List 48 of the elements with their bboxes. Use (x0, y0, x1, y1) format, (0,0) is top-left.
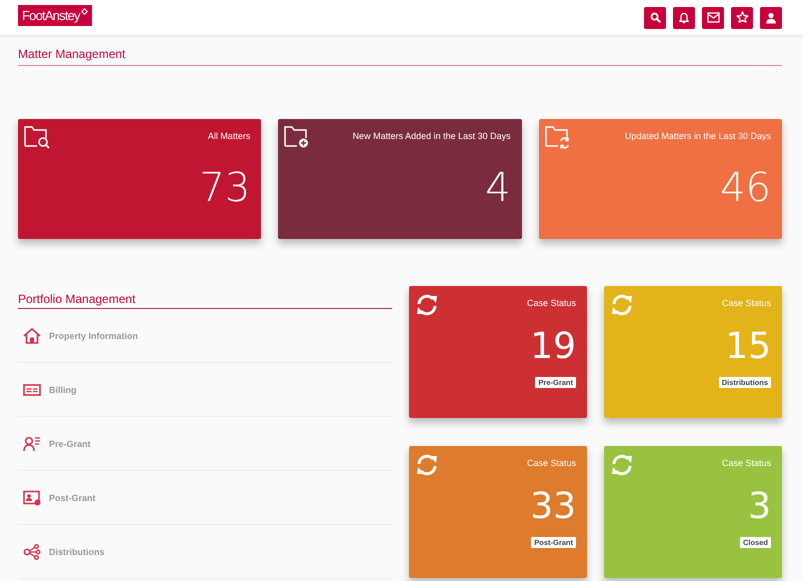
card-label: Case Status (526, 458, 576, 468)
item-label: Pre-Grant (49, 438, 91, 448)
envelope-icon (706, 12, 720, 23)
matter-count: 73 (199, 165, 250, 211)
refresh-icon (415, 294, 439, 316)
item-label: Distributions (49, 546, 104, 556)
search-icon (650, 12, 660, 23)
search-button[interactable] (644, 6, 666, 28)
messages-button[interactable] (702, 6, 724, 28)
matter-count: 4 (485, 165, 511, 211)
refresh-icon (610, 294, 634, 316)
item-label: Post-Grant (49, 492, 96, 502)
matter-card[interactable]: New Matters Added in the Last 30 Days 4 (278, 119, 522, 239)
notifications-button[interactable] (673, 6, 695, 28)
person-list-icon (23, 436, 41, 452)
bell-icon (678, 11, 690, 24)
case-count: 33 (530, 486, 576, 526)
share-nodes-icon (23, 544, 41, 560)
card-label: New Matters Added in the Last 30 Days (352, 131, 511, 141)
logo-text: FootAnstey (22, 8, 80, 23)
card-label: Case Status (722, 458, 771, 468)
item-label: Property Information (49, 330, 138, 340)
house-icon (23, 328, 41, 344)
card-label: All Matters (208, 131, 250, 141)
case-count: 15 (725, 326, 771, 367)
case-count: 19 (530, 326, 576, 367)
profile-button[interactable] (760, 6, 782, 28)
card-label: Updated Matters in the Last 30 Days (624, 131, 771, 141)
matter-card[interactable]: All Matters 73 (18, 119, 262, 239)
card-icon (23, 382, 41, 398)
user-icon (765, 12, 777, 24)
section-heading: Matter Management (18, 47, 782, 66)
favorites-button[interactable] (731, 6, 753, 28)
section-heading: Portfolio Management (18, 292, 392, 309)
case-count: 3 (748, 486, 771, 526)
folder-search-icon (24, 125, 50, 149)
item-label: Billing (49, 384, 76, 394)
folder-plus-icon (284, 125, 310, 149)
matter-count: 46 (720, 165, 771, 211)
refresh-icon (415, 454, 439, 476)
id-card-icon (23, 490, 41, 506)
refresh-icon (610, 454, 634, 476)
folder-refresh-icon (544, 125, 571, 149)
card-label: Case Status (722, 298, 771, 308)
logo-mark-icon (80, 8, 88, 15)
star-icon (736, 11, 748, 24)
card-label: Case Status (526, 298, 576, 308)
logo[interactable]: FootAnstey (18, 5, 92, 26)
